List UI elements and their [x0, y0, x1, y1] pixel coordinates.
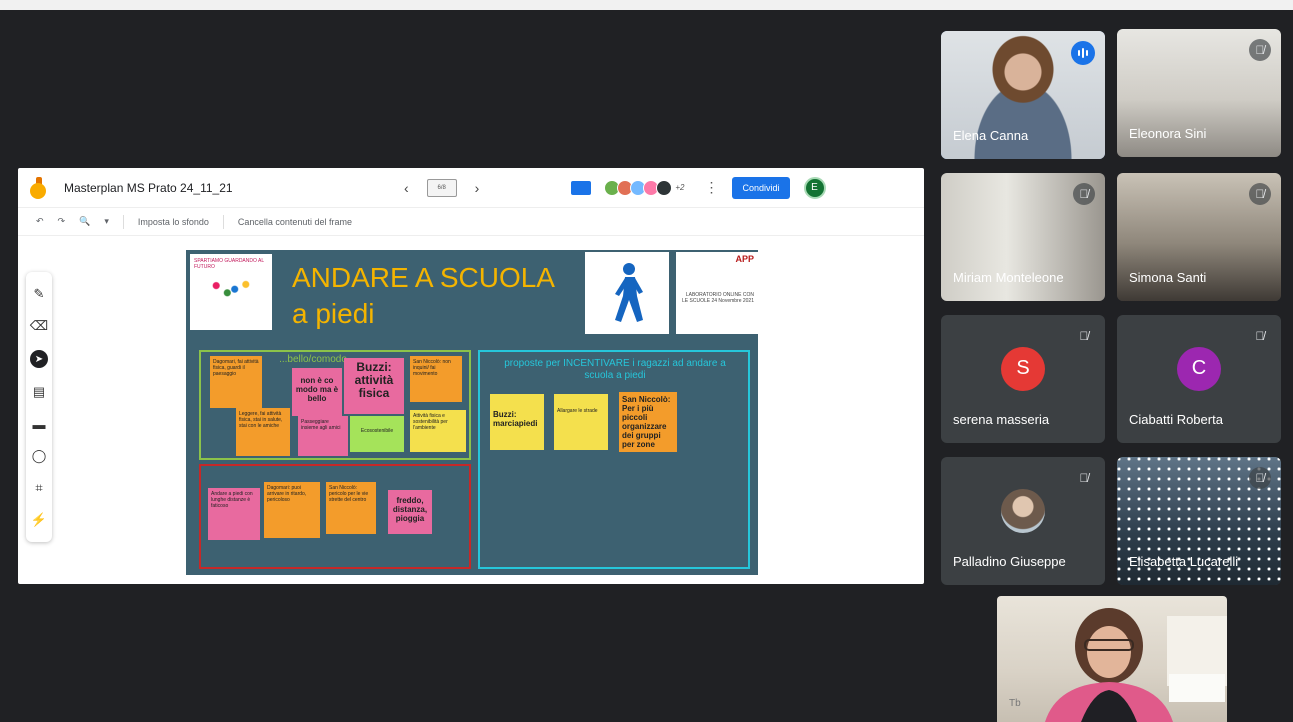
- mic-off-icon: 🎙̸: [1073, 183, 1095, 205]
- mic-off-icon: 🎙̸: [1249, 325, 1271, 347]
- sticky-note[interactable]: San Niccolò: pericolo per le vie strette…: [326, 482, 376, 534]
- user-avatar[interactable]: E: [803, 176, 826, 199]
- partner-logos: APP LABORATORIO ONLINE CON LE SCUOLE 24 …: [676, 252, 758, 334]
- present-icon[interactable]: [571, 180, 592, 195]
- self-view-video[interactable]: Tb: [997, 596, 1227, 722]
- project-logo: SPARTIAMO GUARDANDO AL FUTURO: [190, 254, 272, 330]
- sticky-note[interactable]: San Niccolò: non inquini/ fai movimento: [410, 356, 462, 402]
- mic-off-icon: 🎙̸: [1249, 183, 1271, 205]
- sticky-note[interactable]: Dagomari: puoi arrivare in ritardo, peri…: [264, 482, 320, 538]
- text-box-tool-icon[interactable]: ⌗: [35, 480, 42, 496]
- participant-tile-ciabatti-roberta[interactable]: C 🎙̸ Ciabatti Roberta: [1117, 315, 1281, 443]
- drawing-toolbar: ✎ ⌫ ➤ ▤ ▬ ◯ ⌗ ⚡: [26, 272, 52, 542]
- participant-tile-miriam-monteleone[interactable]: 🎙̸ Miriam Monteleone: [941, 173, 1105, 301]
- select-tool-icon[interactable]: ➤: [30, 350, 48, 369]
- svg-text:Tb: Tb: [1009, 698, 1021, 709]
- shared-screen: Masterplan MS Prato 24_11_21 ‹ 6/8 › +2 …: [18, 168, 924, 584]
- participant-name: Elisabetta Lucarelli: [1129, 554, 1239, 569]
- toolbar-divider: [122, 214, 124, 229]
- sticky-note[interactable]: freddo, distanza, pioggia: [388, 490, 432, 534]
- share-button[interactable]: Condividi: [732, 176, 790, 199]
- jamboard-header: Masterplan MS Prato 24_11_21 ‹ 6/8 › +2 …: [18, 168, 924, 208]
- laser-tool-icon[interactable]: ⚡: [31, 512, 47, 528]
- participant-name: Ciabatti Roberta: [1129, 412, 1223, 427]
- participant-tile-palladino-giuseppe[interactable]: 🎙̸ Palladino Giuseppe: [941, 457, 1105, 585]
- participant-name: Palladino Giuseppe: [953, 554, 1066, 569]
- next-frame-button[interactable]: ›: [475, 180, 480, 196]
- partner-caption: LABORATORIO ONLINE CON LE SCUOLE 24 Nove…: [682, 292, 754, 304]
- participant-name: serena masseria: [953, 412, 1050, 427]
- avatar: S: [1001, 346, 1045, 391]
- sticky-note[interactable]: Dagomari, fai attività fisica, guardi il…: [210, 356, 262, 408]
- collaborator-avatars[interactable]: +2: [604, 179, 685, 196]
- toolbar-divider: [222, 214, 224, 229]
- participant-tile-elisabetta-lucarelli[interactable]: 🎙̸ Elisabetta Lucarelli: [1117, 457, 1281, 585]
- pen-tool-icon[interactable]: ✎: [34, 286, 45, 302]
- mic-off-icon: 🎙̸: [1249, 467, 1271, 489]
- participant-name: Miriam Monteleone: [953, 270, 1064, 285]
- mic-off-icon: 🎙̸: [1249, 39, 1271, 61]
- participant-tile-eleonora-sini[interactable]: 🎙̸ Eleonora Sini: [1117, 29, 1281, 157]
- participant-tile-serena-masseria[interactable]: S 🎙̸ serena masseria: [941, 315, 1105, 443]
- proposals-area: proposte per INCENTIVARE i ragazzi ad an…: [478, 350, 750, 569]
- participant-name: Elena Canna: [953, 128, 1029, 143]
- sticky-note[interactable]: Ecosostenibile: [350, 416, 404, 452]
- sticky-note[interactable]: Allargare le strade: [554, 394, 608, 450]
- sticky-note[interactable]: Leggere, fai attività fisica, stai in sa…: [236, 408, 290, 456]
- image-tool-icon[interactable]: ▬: [33, 417, 46, 432]
- partner-app-logo: APP: [735, 254, 754, 264]
- participant-tile-elena-canna[interactable]: Elena Canna: [941, 31, 1105, 159]
- set-background-button[interactable]: Imposta lo sfondo: [138, 217, 209, 227]
- participant-tile-simona-santi[interactable]: 🎙̸ Simona Santi: [1117, 173, 1281, 301]
- clear-frame-button[interactable]: Cancella contenuti del frame: [238, 217, 352, 227]
- eraser-tool-icon[interactable]: ⌫: [30, 318, 48, 334]
- board-title-line1: ANDARE A SCUOLA: [292, 262, 555, 293]
- jamboard-logo-icon: [28, 176, 48, 199]
- logo-graphic: [194, 276, 268, 300]
- undo-icon[interactable]: ↶: [36, 216, 44, 227]
- participant-name: Simona Santi: [1129, 270, 1207, 285]
- jamboard-toolbar: ↶ ↷ 🔍 ▾ Imposta lo sfondo Cancella conte…: [18, 208, 924, 236]
- redo-icon[interactable]: ↷: [58, 216, 66, 227]
- avatar: [1001, 488, 1045, 533]
- sticky-note[interactable]: Andare a piedi con lunghe distanze è fat…: [208, 488, 260, 540]
- more-options-icon[interactable]: ⋮: [704, 179, 718, 196]
- walking-person-icon: [585, 252, 669, 334]
- shape-tool-icon[interactable]: ◯: [32, 448, 47, 464]
- document-title[interactable]: Masterplan MS Prato 24_11_21: [64, 181, 404, 195]
- top-strip: [0, 0, 1293, 10]
- zoom-dropdown-icon[interactable]: ▾: [104, 216, 109, 227]
- sticky-note-tool-icon[interactable]: ▤: [33, 384, 45, 400]
- sticky-note[interactable]: Buzzi: marciapiedi: [490, 394, 544, 450]
- self-view-figure: Tb: [1009, 608, 1227, 722]
- board-title-line2: a piedi: [292, 298, 375, 329]
- mic-off-icon: 🎙̸: [1073, 467, 1095, 489]
- speaking-indicator-icon: [1071, 41, 1095, 65]
- participant-name: Eleonora Sini: [1129, 126, 1207, 141]
- frame-indicator[interactable]: 6/8: [426, 178, 457, 197]
- frame-navigation: ‹ 6/8 ›: [404, 178, 480, 197]
- board-title: ANDARE A SCUOLA a piedi: [292, 260, 555, 332]
- mic-off-icon: 🎙̸: [1073, 325, 1095, 347]
- sticky-note[interactable]: non è co modo ma è bello: [292, 368, 342, 416]
- prev-frame-button[interactable]: ‹: [404, 180, 409, 196]
- sticky-note[interactable]: Passeggiare insieme agli amici: [298, 416, 348, 456]
- meet-stage: Masterplan MS Prato 24_11_21 ‹ 6/8 › +2 …: [0, 0, 1293, 722]
- logo-text: SPARTIAMO GUARDANDO AL FUTURO: [194, 258, 264, 270]
- proposals-area-heading: proposte per INCENTIVARE i ragazzi ad an…: [504, 358, 726, 381]
- sticky-note[interactable]: Attività fisica e sostenibilità per l'am…: [410, 410, 466, 452]
- jamboard-canvas[interactable]: SPARTIAMO GUARDANDO AL FUTURO ANDARE A S…: [186, 250, 758, 575]
- sticky-note[interactable]: San Niccolò: Per i più piccoli organizza…: [619, 392, 677, 452]
- avatar: [656, 179, 673, 196]
- sticky-note[interactable]: Buzzi: attività fisica: [344, 358, 404, 414]
- zoom-icon[interactable]: 🔍: [79, 216, 90, 227]
- avatar: C: [1177, 346, 1221, 391]
- more-collaborators-count: +2: [675, 183, 685, 192]
